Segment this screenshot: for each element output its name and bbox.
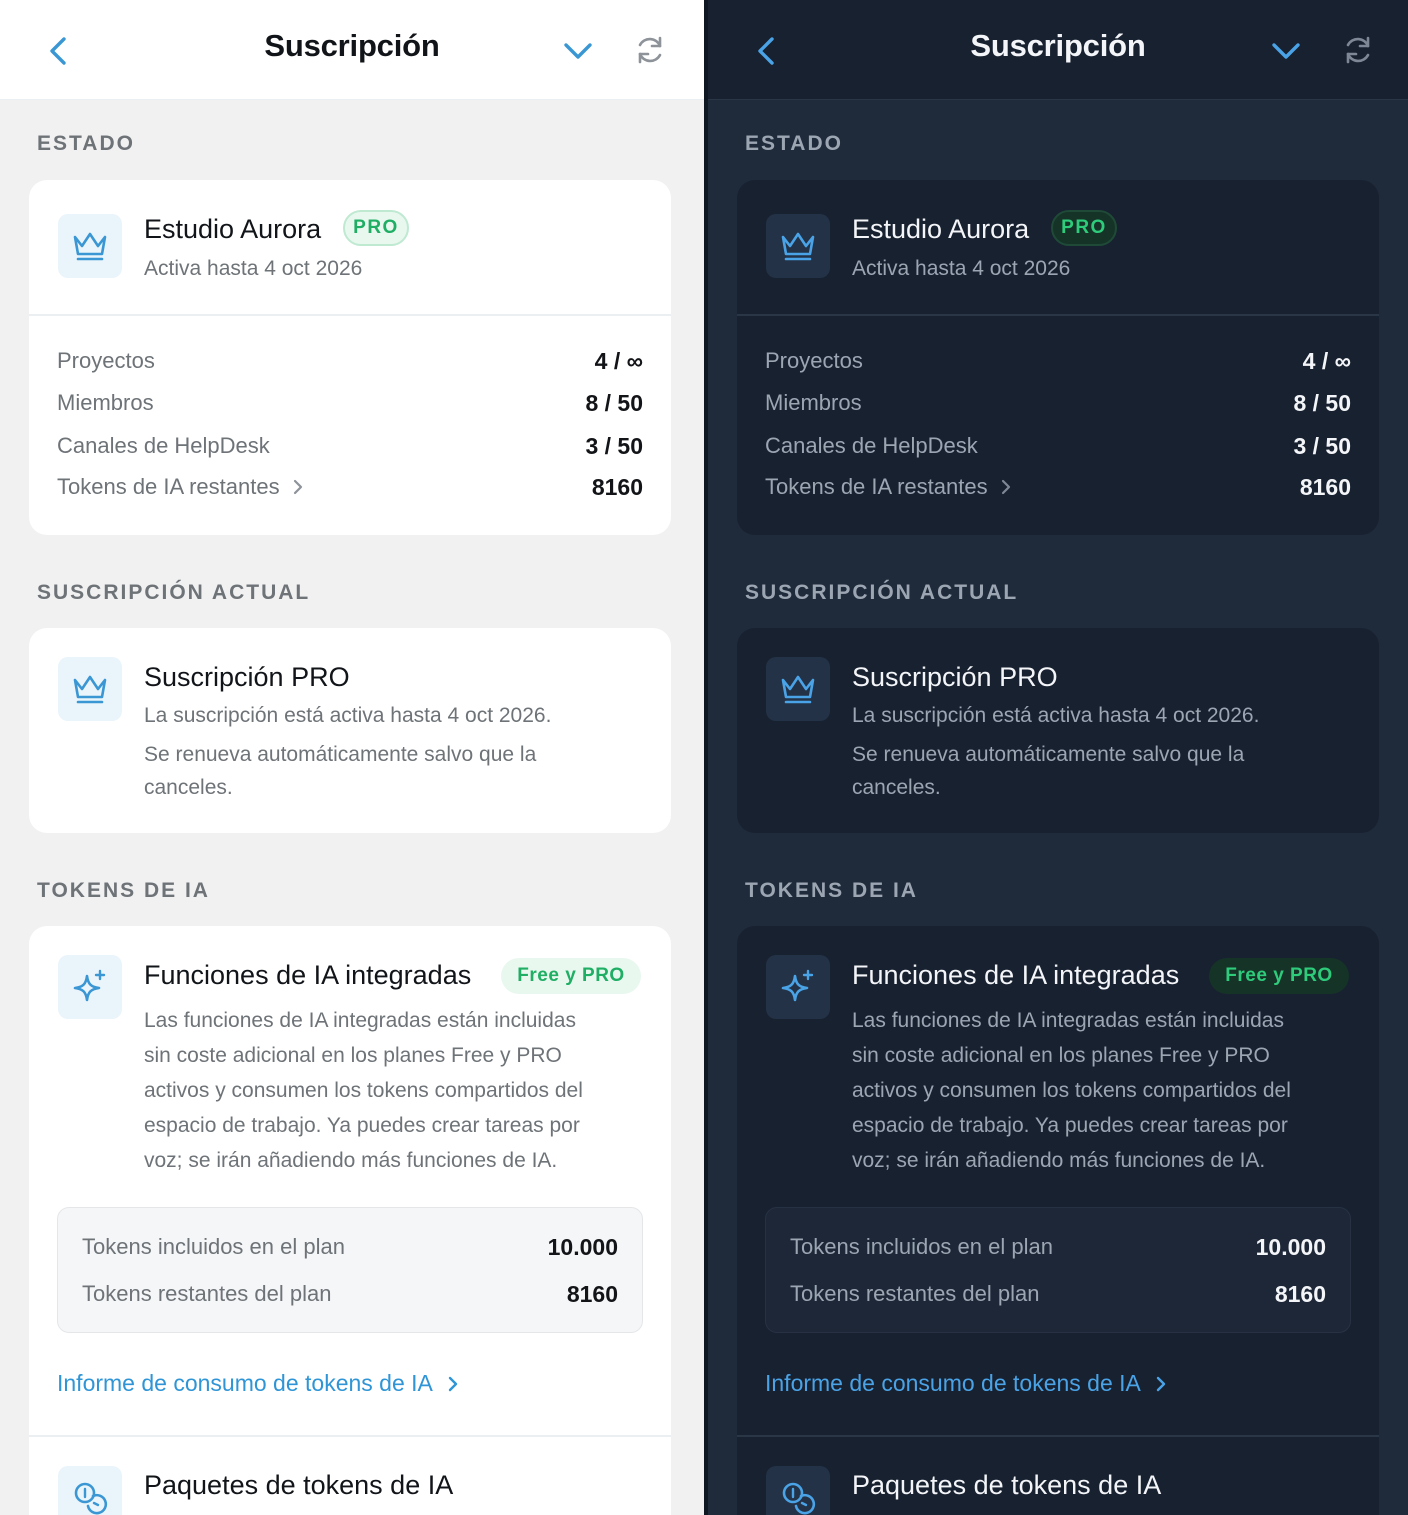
divider — [737, 314, 1379, 316]
active-until-text: Activa hasta 4 oct 2026 — [852, 257, 1071, 280]
crown-icon — [58, 214, 122, 278]
section-label-suscripcion: SUSCRIPCIÓN ACTUAL — [37, 581, 311, 604]
usage-row-ai-tokens[interactable]: Tokens de IA restantes 8160 — [57, 471, 643, 503]
subscription-line-2: Se renueva automáticamente salvo que la — [144, 743, 537, 766]
chevron-right-icon — [448, 1376, 458, 1391]
token-summary-box: Tokens incluidos en el plan 10.000 Tokens… — [765, 1207, 1351, 1333]
workspace-name: Estudio Aurora — [852, 214, 1030, 244]
plan-badge: PRO — [343, 210, 409, 246]
usage-row-helpdesk: Canales de HelpDesk 3 / 50 — [57, 432, 643, 459]
sparkle-icon — [766, 955, 830, 1019]
usage-row-projects: Proyectos 4 / ∞ — [765, 347, 1351, 374]
coins-icon — [766, 1466, 830, 1515]
ai-features-title: Funciones de IA integradas — [852, 960, 1180, 990]
crown-icon — [766, 657, 830, 721]
ai-features-description: Las funciones de IA integradas están inc… — [852, 1009, 1291, 1172]
top-bar: Suscripción — [0, 0, 704, 100]
subscription-line-3: canceles. — [144, 776, 233, 799]
chevron-down-icon[interactable] — [561, 36, 595, 66]
ai-tokens-card: Funciones de IA integradas Free y PRO La… — [29, 926, 671, 1515]
plan-badge: PRO — [1051, 210, 1117, 246]
chevron-right-icon — [1001, 479, 1010, 495]
tokens-remaining-row: Tokens restantes del plan 8160 — [790, 1280, 1326, 1307]
section-label-tokens: TOKENS DE IA — [745, 879, 918, 902]
chevron-right-icon — [293, 479, 302, 495]
token-packages-title: Paquetes de tokens de IA — [852, 1470, 1162, 1500]
section-label-suscripcion: SUSCRIPCIÓN ACTUAL — [745, 581, 1019, 604]
sparkle-icon — [58, 955, 122, 1019]
section-label-tokens: TOKENS DE IA — [37, 879, 210, 902]
free-pro-badge: Free y PRO — [1209, 958, 1349, 994]
page-title: Suscripción — [264, 28, 440, 63]
status-card: Estudio Aurora PRO Activa hasta 4 oct 20… — [737, 180, 1379, 535]
token-usage-report-link[interactable]: Informe de consumo de tokens de IA — [57, 1370, 459, 1397]
subscription-card: Suscripción PRO La suscripción está acti… — [29, 628, 671, 833]
section-label-estado: ESTADO — [745, 132, 843, 155]
subscription-title: Suscripción PRO — [144, 662, 350, 692]
light-theme-panel: Suscripción ESTADO Estudio Aurora PRO Ac… — [0, 0, 704, 1515]
chevron-right-icon — [1156, 1376, 1166, 1391]
active-until-text: Activa hasta 4 oct 2026 — [144, 257, 363, 280]
coins-icon — [58, 1466, 122, 1515]
status-card: Estudio Aurora PRO Activa hasta 4 oct 20… — [29, 180, 671, 535]
subscription-line-1: La suscripción está activa hasta 4 oct 2… — [852, 704, 1260, 727]
token-packages-title: Paquetes de tokens de IA — [144, 1470, 454, 1500]
crown-icon — [58, 657, 122, 721]
ai-features-title: Funciones de IA integradas — [144, 960, 472, 990]
chevron-down-icon[interactable] — [1269, 36, 1303, 66]
subscription-title: Suscripción PRO — [852, 662, 1058, 692]
ai-features-description: Las funciones de IA integradas están inc… — [144, 1009, 583, 1172]
subscription-line-3: canceles. — [852, 776, 941, 799]
token-usage-report-link[interactable]: Informe de consumo de tokens de IA — [765, 1370, 1167, 1397]
section-label-estado: ESTADO — [37, 132, 135, 155]
workspace-name: Estudio Aurora — [144, 214, 322, 244]
usage-row-ai-tokens[interactable]: Tokens de IA restantes 8160 — [765, 471, 1351, 503]
tokens-included-row: Tokens incluidos en el plan 10.000 — [82, 1233, 618, 1260]
token-summary-box: Tokens incluidos en el plan 10.000 Tokens… — [57, 1207, 643, 1333]
refresh-icon[interactable] — [1341, 33, 1375, 67]
divider — [29, 314, 671, 316]
subscription-line-2: Se renueva automáticamente salvo que la — [852, 743, 1245, 766]
subscription-card: Suscripción PRO La suscripción está acti… — [737, 628, 1379, 833]
divider — [737, 1435, 1379, 1437]
subscription-line-1: La suscripción está activa hasta 4 oct 2… — [144, 704, 552, 727]
divider — [29, 1435, 671, 1437]
usage-row-projects: Proyectos 4 / ∞ — [57, 347, 643, 374]
usage-row-helpdesk: Canales de HelpDesk 3 / 50 — [765, 432, 1351, 459]
page-title: Suscripción — [970, 28, 1146, 63]
usage-row-members: Miembros 8 / 50 — [57, 389, 643, 416]
dark-theme-panel: Suscripción ESTADO Estudio Aurora PRO Ac… — [708, 0, 1408, 1515]
tokens-remaining-row: Tokens restantes del plan 8160 — [82, 1280, 618, 1307]
top-bar: Suscripción — [708, 0, 1408, 100]
tokens-included-row: Tokens incluidos en el plan 10.000 — [790, 1233, 1326, 1260]
free-pro-badge: Free y PRO — [501, 958, 641, 994]
refresh-icon[interactable] — [633, 33, 667, 67]
usage-row-members: Miembros 8 / 50 — [765, 389, 1351, 416]
ai-tokens-card: Funciones de IA integradas Free y PRO La… — [737, 926, 1379, 1515]
crown-icon — [766, 214, 830, 278]
